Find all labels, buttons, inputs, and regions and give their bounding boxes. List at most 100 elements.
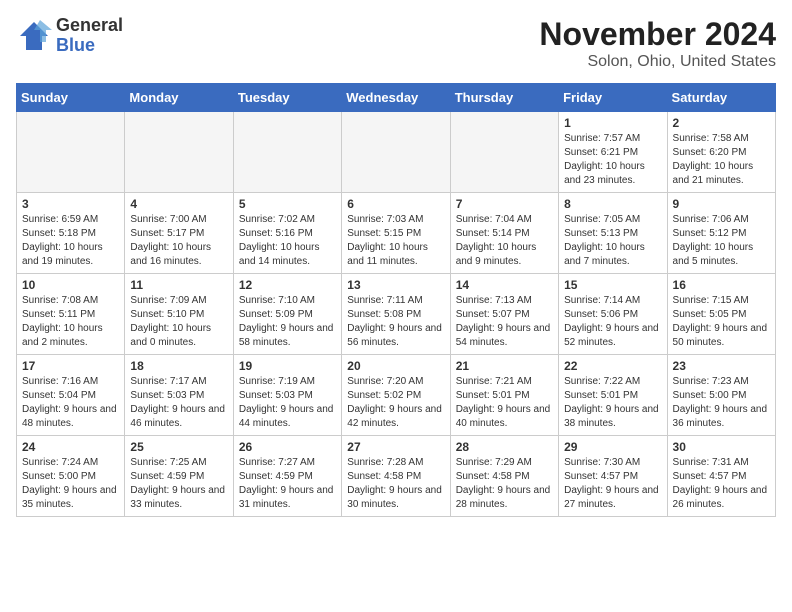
day-header-friday: Friday (559, 84, 667, 112)
day-number: 28 (456, 440, 553, 454)
day-number: 25 (130, 440, 227, 454)
logo-text: General Blue (56, 16, 123, 56)
calendar-cell: 19Sunrise: 7:19 AM Sunset: 5:03 PM Dayli… (233, 355, 341, 436)
day-info: Sunrise: 7:17 AM Sunset: 5:03 PM Dayligh… (130, 375, 227, 431)
week-row-5: 24 Sunrise: 7:24 AM Sunset: 5:00 PM Dayli… (17, 436, 776, 517)
calendar-cell (125, 112, 233, 193)
day-number: 24 (22, 440, 119, 454)
day-number: 2 (673, 116, 770, 130)
day-number: 17 (22, 359, 119, 373)
day-number: 6 (347, 197, 444, 211)
day-header-saturday: Saturday (667, 84, 775, 112)
week-row-4: 17 Sunrise: 7:16 AM Sunset: 5:04 PM Dayli… (17, 355, 776, 436)
day-number: 12 (239, 278, 336, 292)
title-block: November 2024 Solon, Ohio, United States (539, 16, 776, 71)
day-info: Sunrise: 7:58 AM Sunset: 6:20 PM Dayligh… (673, 132, 770, 188)
day-info: Sunrise: 6:59 AM Sunset: 5:18 PM Dayligh… (22, 213, 119, 269)
week-row-2: 3 Sunrise: 6:59 AM Sunset: 5:18 PM Daylig… (17, 193, 776, 274)
week-row-1: 1 Sunrise: 7:57 AM Sunset: 6:21 PM Daylig… (17, 112, 776, 193)
day-info: Sunrise: 7:11 AM Sunset: 5:08 PM Dayligh… (347, 294, 444, 350)
day-info: Sunrise: 7:16 AM Sunset: 5:04 PM Dayligh… (22, 375, 119, 431)
day-number: 9 (673, 197, 770, 211)
calendar-cell: 28 Sunrise: 7:29 AM Sunset: 4:58 PM Dayli… (450, 436, 558, 517)
calendar-cell: 11 Sunrise: 7:09 AM Sunset: 5:10 PM Dayli… (125, 274, 233, 355)
day-info: Sunrise: 7:03 AM Sunset: 5:15 PM Dayligh… (347, 213, 444, 269)
day-number: 20 (347, 359, 444, 373)
day-info: Sunrise: 7:15 AM Sunset: 5:05 PM Dayligh… (673, 294, 770, 350)
calendar-cell: 4 Sunrise: 7:00 AM Sunset: 5:17 PM Daylig… (125, 193, 233, 274)
day-header-thursday: Thursday (450, 84, 558, 112)
day-info: Sunrise: 7:20 AM Sunset: 5:02 PM Dayligh… (347, 375, 444, 431)
day-number: 3 (22, 197, 119, 211)
logo: General Blue (16, 16, 123, 56)
day-info: Sunrise: 7:22 AM Sunset: 5:01 PM Dayligh… (564, 375, 661, 431)
day-number: 14 (456, 278, 553, 292)
day-number: 8 (564, 197, 661, 211)
logo-icon (16, 18, 52, 54)
calendar-cell: 1 Sunrise: 7:57 AM Sunset: 6:21 PM Daylig… (559, 112, 667, 193)
header: General Blue November 2024 Solon, Ohio, … (16, 16, 776, 71)
calendar-cell: 16 Sunrise: 7:15 AM Sunset: 5:05 PM Dayli… (667, 274, 775, 355)
day-info: Sunrise: 7:00 AM Sunset: 5:17 PM Dayligh… (130, 213, 227, 269)
day-number: 27 (347, 440, 444, 454)
week-row-3: 10Sunrise: 7:08 AM Sunset: 5:11 PM Dayli… (17, 274, 776, 355)
day-info: Sunrise: 7:02 AM Sunset: 5:16 PM Dayligh… (239, 213, 336, 269)
calendar-cell (233, 112, 341, 193)
calendar-cell: 9 Sunrise: 7:06 AM Sunset: 5:12 PM Daylig… (667, 193, 775, 274)
day-number: 1 (564, 116, 661, 130)
calendar-cell: 24 Sunrise: 7:24 AM Sunset: 5:00 PM Dayli… (17, 436, 125, 517)
day-info: Sunrise: 7:23 AM Sunset: 5:00 PM Dayligh… (673, 375, 770, 431)
day-info: Sunrise: 7:13 AM Sunset: 5:07 PM Dayligh… (456, 294, 553, 350)
day-number: 13 (347, 278, 444, 292)
month-title: November 2024 (539, 16, 776, 53)
day-info: Sunrise: 7:10 AM Sunset: 5:09 PM Dayligh… (239, 294, 336, 350)
day-info: Sunrise: 7:31 AM Sunset: 4:57 PM Dayligh… (673, 456, 770, 512)
calendar-cell (17, 112, 125, 193)
calendar-cell: 21 Sunrise: 7:21 AM Sunset: 5:01 PM Dayli… (450, 355, 558, 436)
day-info: Sunrise: 7:04 AM Sunset: 5:14 PM Dayligh… (456, 213, 553, 269)
day-info: Sunrise: 7:24 AM Sunset: 5:00 PM Dayligh… (22, 456, 119, 512)
day-info: Sunrise: 7:21 AM Sunset: 5:01 PM Dayligh… (456, 375, 553, 431)
calendar-cell: 26Sunrise: 7:27 AM Sunset: 4:59 PM Dayli… (233, 436, 341, 517)
day-info: Sunrise: 7:19 AM Sunset: 5:03 PM Dayligh… (239, 375, 336, 431)
day-number: 11 (130, 278, 227, 292)
calendar-cell: 17 Sunrise: 7:16 AM Sunset: 5:04 PM Dayli… (17, 355, 125, 436)
calendar-cell: 8 Sunrise: 7:05 AM Sunset: 5:13 PM Daylig… (559, 193, 667, 274)
calendar-cell: 22 Sunrise: 7:22 AM Sunset: 5:01 PM Dayli… (559, 355, 667, 436)
calendar-cell (450, 112, 558, 193)
calendar-cell: 13 Sunrise: 7:11 AM Sunset: 5:08 PM Dayli… (342, 274, 450, 355)
calendar-cell: 2 Sunrise: 7:58 AM Sunset: 6:20 PM Daylig… (667, 112, 775, 193)
calendar-cell (342, 112, 450, 193)
calendar-cell: 20 Sunrise: 7:20 AM Sunset: 5:02 PM Dayli… (342, 355, 450, 436)
day-header-tuesday: Tuesday (233, 84, 341, 112)
calendar-cell: 30 Sunrise: 7:31 AM Sunset: 4:57 PM Dayli… (667, 436, 775, 517)
day-info: Sunrise: 7:29 AM Sunset: 4:58 PM Dayligh… (456, 456, 553, 512)
calendar-cell: 18 Sunrise: 7:17 AM Sunset: 5:03 PM Dayli… (125, 355, 233, 436)
day-number: 4 (130, 197, 227, 211)
day-info: Sunrise: 7:14 AM Sunset: 5:06 PM Dayligh… (564, 294, 661, 350)
calendar-cell: 29Sunrise: 7:30 AM Sunset: 4:57 PM Dayli… (559, 436, 667, 517)
calendar-cell: 15 Sunrise: 7:14 AM Sunset: 5:06 PM Dayli… (559, 274, 667, 355)
day-number: 15 (564, 278, 661, 292)
day-number: 21 (456, 359, 553, 373)
day-number: 7 (456, 197, 553, 211)
day-number: 10 (22, 278, 119, 292)
day-header-sunday: Sunday (17, 84, 125, 112)
day-number: 18 (130, 359, 227, 373)
day-info: Sunrise: 7:57 AM Sunset: 6:21 PM Dayligh… (564, 132, 661, 188)
calendar-cell: 6 Sunrise: 7:03 AM Sunset: 5:15 PM Daylig… (342, 193, 450, 274)
day-info: Sunrise: 7:30 AM Sunset: 4:57 PM Dayligh… (564, 456, 661, 512)
calendar-cell: 12 Sunrise: 7:10 AM Sunset: 5:09 PM Dayli… (233, 274, 341, 355)
calendar-cell: 25Sunrise: 7:25 AM Sunset: 4:59 PM Dayli… (125, 436, 233, 517)
day-number: 5 (239, 197, 336, 211)
day-info: Sunrise: 7:06 AM Sunset: 5:12 PM Dayligh… (673, 213, 770, 269)
days-header-row: SundayMondayTuesdayWednesdayThursdayFrid… (17, 84, 776, 112)
day-number: 30 (673, 440, 770, 454)
calendar-cell: 27Sunrise: 7:28 AM Sunset: 4:58 PM Dayli… (342, 436, 450, 517)
day-info: Sunrise: 7:05 AM Sunset: 5:13 PM Dayligh… (564, 213, 661, 269)
day-number: 22 (564, 359, 661, 373)
day-info: Sunrise: 7:27 AM Sunset: 4:59 PM Dayligh… (239, 456, 336, 512)
location-title: Solon, Ohio, United States (539, 53, 776, 71)
day-number: 16 (673, 278, 770, 292)
day-info: Sunrise: 7:09 AM Sunset: 5:10 PM Dayligh… (130, 294, 227, 350)
